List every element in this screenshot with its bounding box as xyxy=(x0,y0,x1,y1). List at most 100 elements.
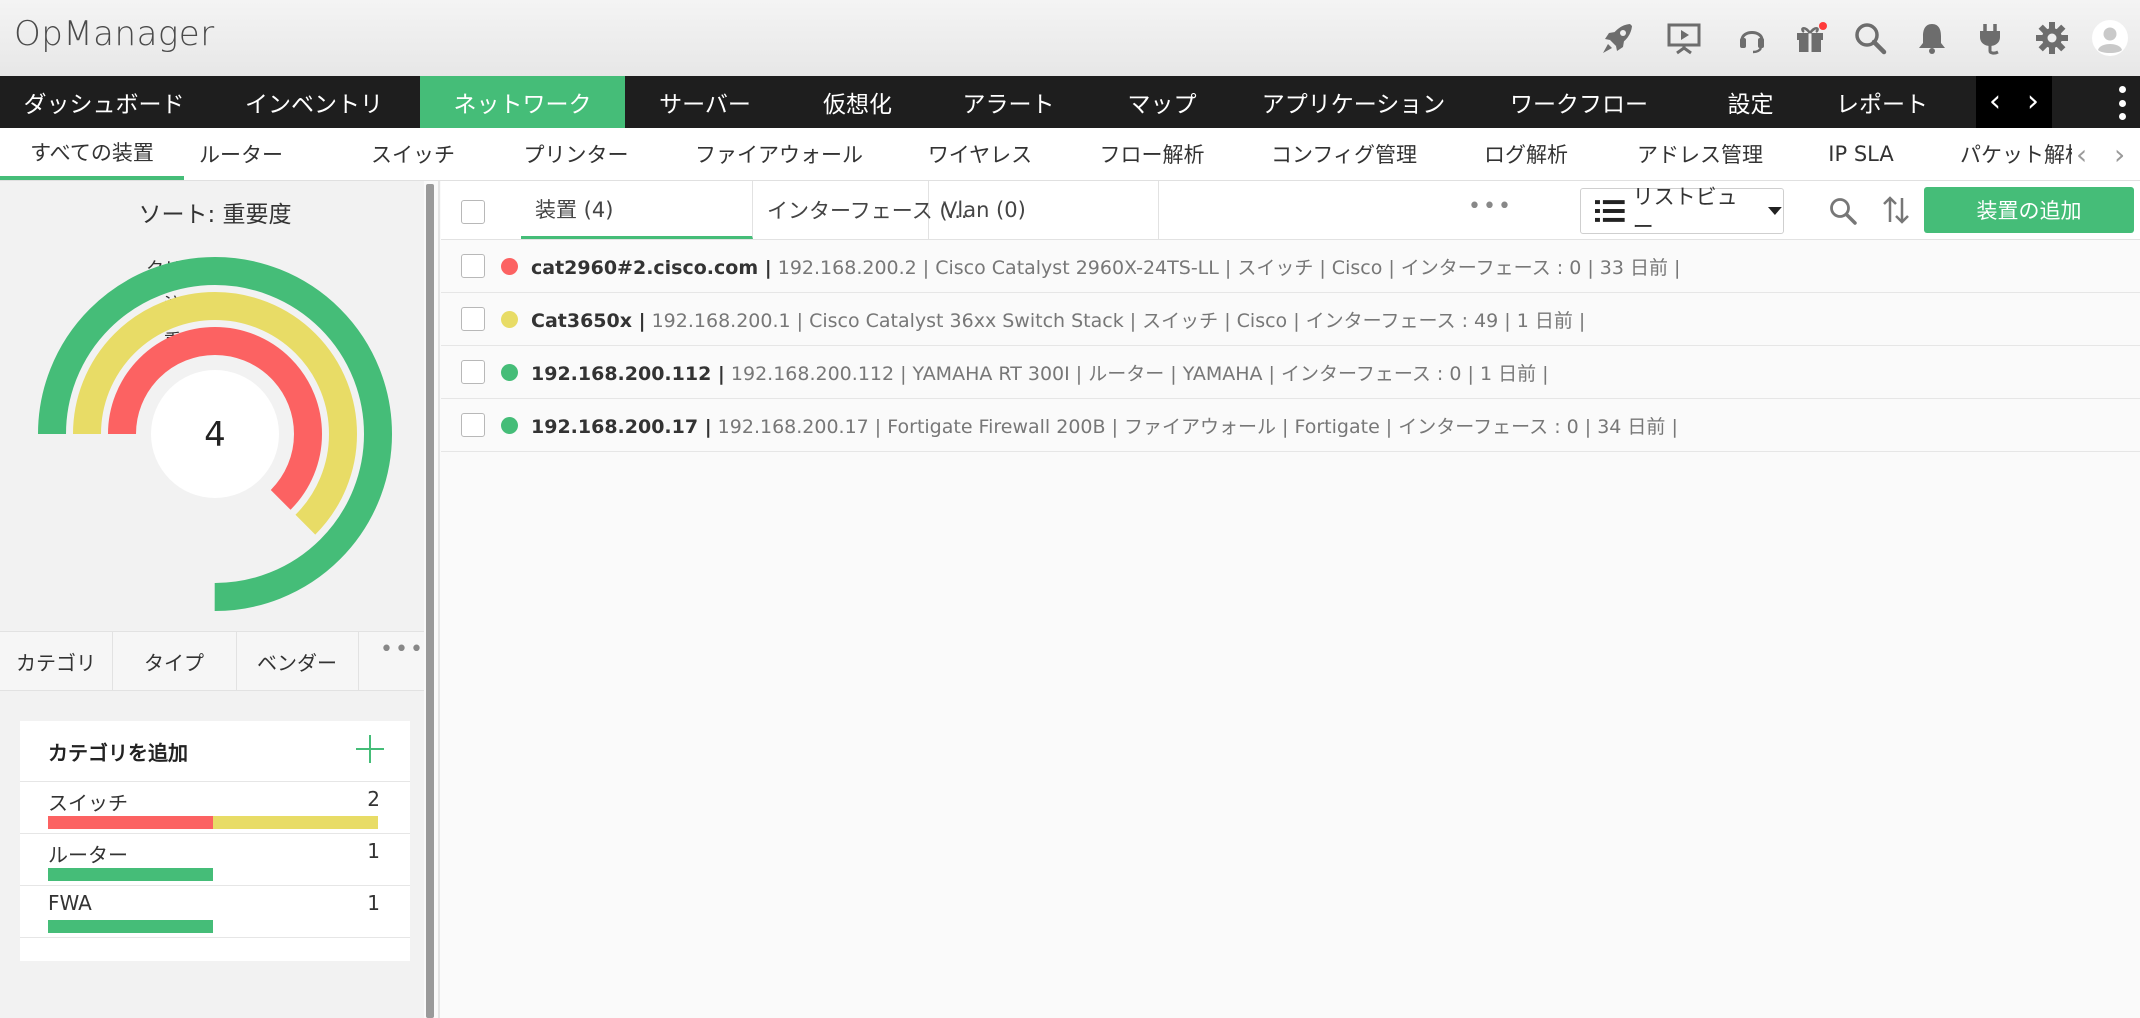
app-logo[interactable]: OpManager xyxy=(14,14,215,54)
status-dot xyxy=(501,364,518,381)
select-all-checkbox[interactable] xyxy=(461,200,485,224)
subnav-all-devices[interactable]: すべての装置 xyxy=(0,128,184,180)
nav-reports[interactable]: レポート xyxy=(1813,76,1951,128)
device-name-link[interactable]: cat2960#2.cisco.com | xyxy=(531,257,772,279)
sort-label[interactable]: ソート: 重要度 xyxy=(0,195,430,229)
bell-icon[interactable] xyxy=(1910,16,1954,60)
category-row-fwa[interactable]: FWA 1 xyxy=(20,885,410,938)
plug-icon[interactable] xyxy=(1968,16,2012,60)
device-name-link[interactable]: 192.168.200.112 | xyxy=(531,363,725,385)
sort-icon[interactable] xyxy=(1882,194,1910,226)
left-panel-scrollbar[interactable] xyxy=(426,184,434,1018)
view-selector-label: リストビュー xyxy=(1632,185,1738,239)
status-dot xyxy=(501,417,518,434)
category-count: 2 xyxy=(367,787,380,811)
clear-segment xyxy=(48,868,213,881)
subnav-packet-analysis[interactable]: パケット解析 xyxy=(1960,128,2072,180)
main-nav: ダッシュボード インベントリ ネットワーク サーバー 仮想化 アラート マップ … xyxy=(0,76,2140,128)
category-name: FWA xyxy=(48,891,92,915)
device-row[interactable]: 192.168.200.17 | 192.168.200.17 | Fortig… xyxy=(441,399,2140,452)
device-details: 192.168.200.112 | YAMAHA RT 300I | ルーター … xyxy=(724,363,1549,385)
category-name: ルーター xyxy=(48,843,128,867)
device-details: 192.168.200.17 | Fortigate Firewall 200B… xyxy=(711,416,1678,438)
gear-icon[interactable] xyxy=(2030,16,2074,60)
category-severity-bar xyxy=(48,868,213,881)
view-selector[interactable]: リストビュー xyxy=(1580,185,1784,239)
attention-segment xyxy=(213,816,378,829)
more-tabs-icon[interactable]: ••• xyxy=(380,637,425,662)
search-devices-icon[interactable] xyxy=(1828,196,1858,226)
list-view-icon xyxy=(1595,200,1625,222)
chevron-left-icon[interactable]: ‹ xyxy=(1989,76,2001,128)
device-row[interactable]: Cat3650x | 192.168.200.1 | Cisco Catalys… xyxy=(441,293,2140,346)
nav-virtualization[interactable]: 仮想化 xyxy=(785,76,930,128)
subnav-next-icon[interactable]: › xyxy=(2114,138,2125,171)
subnav-address-management[interactable]: アドレス管理 xyxy=(1626,128,1774,180)
more-options-icon[interactable]: ••• xyxy=(1468,194,1513,219)
row-checkbox[interactable] xyxy=(461,413,485,437)
device-total: 4 xyxy=(204,415,226,455)
category-count: 1 xyxy=(367,891,380,915)
nav-maps[interactable]: マップ xyxy=(1087,76,1237,128)
presentation-icon[interactable] xyxy=(1662,16,1706,60)
subnav-ip-sla[interactable]: IP SLA xyxy=(1820,128,1902,180)
critical-segment xyxy=(48,816,213,829)
tab-devices[interactable]: 装置 (4) xyxy=(521,181,753,239)
subnav-firewalls[interactable]: ファイアウォール xyxy=(690,128,868,180)
more-menu-icon[interactable] xyxy=(2112,86,2132,120)
subnav-switches[interactable]: スイッチ xyxy=(350,128,476,180)
subnav-log-analysis[interactable]: ログ解析 xyxy=(1476,128,1576,180)
subnav-routers[interactable]: ルーター xyxy=(184,128,298,180)
device-name-link[interactable]: 192.168.200.17 | xyxy=(531,416,712,438)
sub-nav: すべての装置 ルーター スイッチ プリンター ファイアウォール ワイヤレス フロ… xyxy=(0,128,2140,181)
status-dot xyxy=(501,258,518,275)
category-row-switch[interactable]: スイッチ 2 xyxy=(20,781,410,834)
tab-vendor[interactable]: ベンダー xyxy=(236,632,359,690)
subnav-prev-icon[interactable]: ‹ xyxy=(2076,138,2087,171)
nav-workflow[interactable]: ワークフロー xyxy=(1470,76,1688,128)
avatar-icon[interactable] xyxy=(2088,16,2132,60)
subnav-flow-analysis[interactable]: フロー解析 xyxy=(1090,128,1214,180)
nav-alarms[interactable]: アラート xyxy=(930,76,1087,128)
tab-interfaces[interactable]: インターフェース (... xyxy=(753,181,968,239)
caret-down-icon xyxy=(1768,207,1783,215)
add-device-button[interactable]: 装置の追加 xyxy=(1924,187,2134,233)
category-severity-bar xyxy=(48,816,378,829)
tab-type[interactable]: タイプ xyxy=(112,632,237,690)
plus-icon[interactable] xyxy=(354,733,386,765)
severity-panel: ソート: 重要度 クリア 注意 重大 4 カテゴリ タイプ ベンダー ••• カ… xyxy=(0,181,424,1018)
category-severity-bar xyxy=(48,920,213,933)
severity-donut-chart: 4 xyxy=(38,257,392,611)
headset-icon[interactable] xyxy=(1730,16,1774,60)
row-checkbox[interactable] xyxy=(461,360,485,384)
clear-segment xyxy=(48,920,213,933)
device-row[interactable]: cat2960#2.cisco.com | 192.168.200.2 | Ci… xyxy=(441,240,2140,293)
chevron-right-icon[interactable]: › xyxy=(2027,76,2039,128)
category-tabs: カテゴリ タイプ ベンダー xyxy=(0,631,424,691)
row-checkbox[interactable] xyxy=(461,254,485,278)
nav-servers[interactable]: サーバー xyxy=(625,76,785,128)
nav-network[interactable]: ネットワーク xyxy=(420,76,625,128)
category-row-router[interactable]: ルーター 1 xyxy=(20,833,410,886)
nav-settings[interactable]: 設定 xyxy=(1688,76,1813,128)
device-row[interactable]: 192.168.200.112 | 192.168.200.112 | YAMA… xyxy=(441,346,2140,399)
nav-inventory[interactable]: インベントリ xyxy=(208,76,420,128)
status-dot xyxy=(501,311,518,328)
search-icon[interactable] xyxy=(1848,16,1892,60)
rocket-icon[interactable] xyxy=(1596,16,1640,60)
subnav-config-management[interactable]: コンフィグ管理 xyxy=(1262,128,1426,180)
tab-category[interactable]: カテゴリ xyxy=(0,632,113,690)
subnav-wireless[interactable]: ワイヤレス xyxy=(920,128,1040,180)
device-details: 192.168.200.2 | Cisco Catalyst 2960X-24T… xyxy=(771,257,1681,279)
subnav-printers[interactable]: プリンター xyxy=(507,128,645,180)
tab-vlan[interactable]: Vlan (0) xyxy=(929,181,1159,239)
row-checkbox[interactable] xyxy=(461,307,485,331)
device-name-link[interactable]: Cat3650x | xyxy=(531,310,646,332)
nav-scroll-arrows: ‹ › xyxy=(1976,76,2052,128)
nav-dashboard[interactable]: ダッシュボード xyxy=(0,76,208,128)
nav-applications[interactable]: アプリケーション xyxy=(1237,76,1470,128)
category-card: カテゴリを追加 スイッチ 2 ルーター 1 FWA 1 xyxy=(20,721,410,961)
category-count: 1 xyxy=(367,839,380,863)
gift-icon[interactable] xyxy=(1788,16,1832,60)
category-name: スイッチ xyxy=(48,791,128,815)
